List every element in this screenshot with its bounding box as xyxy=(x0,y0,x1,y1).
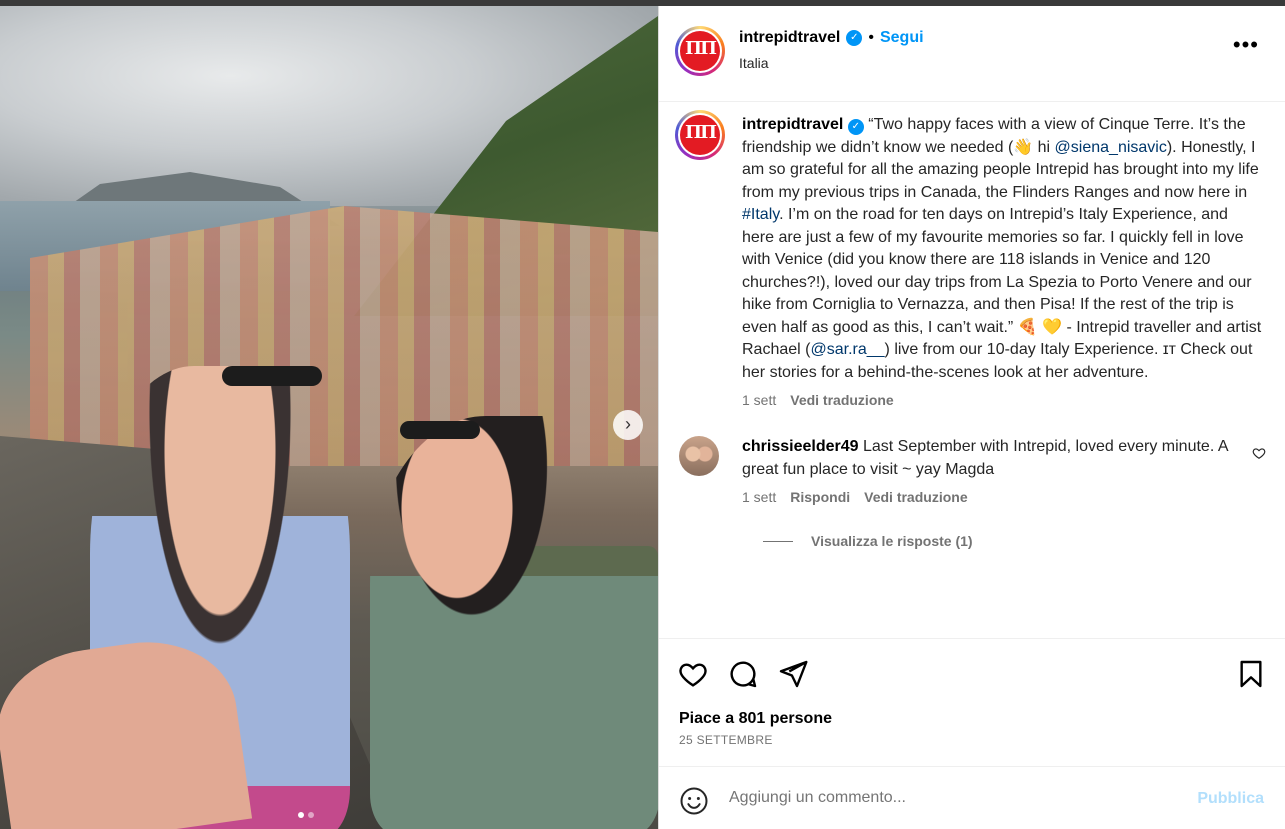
comments-section[interactable]: ΠΠ intrepidtravel ✓ “Two happy faces wit… xyxy=(659,102,1285,639)
emoji-smiley-icon[interactable] xyxy=(679,786,709,816)
comment-meta: 1 sett Rispondi Vedi traduzione xyxy=(742,489,1270,505)
header-username[interactable]: intrepidtravel xyxy=(739,29,840,47)
caption: ΠΠ intrepidtravel ✓ “Two happy faces wit… xyxy=(659,102,1285,408)
view-replies-button[interactable]: Visualizza le risposte (1) xyxy=(763,533,1270,549)
follow-button[interactable]: Segui xyxy=(880,29,924,47)
caption-username[interactable]: intrepidtravel xyxy=(742,116,843,133)
intrepid-logo-icon: ΠΠ xyxy=(680,115,720,155)
save-bookmark-icon[interactable] xyxy=(1235,658,1267,690)
carousel-dot xyxy=(308,812,314,818)
carousel-dots xyxy=(298,812,314,818)
verified-badge-icon: ✓ xyxy=(846,30,863,46)
carousel-next-button[interactable]: › xyxy=(613,410,643,440)
action-bar xyxy=(659,646,1285,696)
mention-link[interactable]: @siena_nisavic xyxy=(1055,139,1167,156)
post-location[interactable]: Italia xyxy=(739,55,769,71)
verified-badge-icon: ✓ xyxy=(847,119,864,135)
reply-link[interactable]: Rispondi xyxy=(790,489,850,505)
mention-link[interactable]: @sar.ra__ xyxy=(810,341,884,358)
caption-meta: 1 sett Vedi traduzione xyxy=(742,392,1270,408)
comment-time: 1 sett xyxy=(742,489,777,505)
caption-text: intrepidtravel ✓ “Two happy faces with a… xyxy=(742,114,1262,384)
comment-text: chrissieelder49 Last September with Intr… xyxy=(742,436,1232,481)
comment-bubble-icon[interactable] xyxy=(727,658,759,690)
comment-avatar[interactable] xyxy=(679,436,719,476)
comment-username[interactable]: chrissieelder49 xyxy=(742,438,859,455)
caption-time: 1 sett xyxy=(742,392,777,408)
post-photo: › xyxy=(0,6,658,829)
separator-bullet: • xyxy=(868,29,874,46)
translate-link[interactable]: Vedi traduzione xyxy=(790,392,893,408)
share-paper-plane-icon[interactable] xyxy=(777,658,809,690)
likes-count[interactable]: Piace a 801 persone xyxy=(679,710,832,728)
post-header: ΠΠ intrepidtravel ✓ • Segui Italia ••• xyxy=(659,6,1285,102)
view-replies-label: Visualizza le risposte (1) xyxy=(811,533,973,549)
post-side-panel: ΠΠ intrepidtravel ✓ • Segui Italia ••• Π… xyxy=(658,6,1285,829)
caption-avatar[interactable]: ΠΠ xyxy=(675,110,725,160)
caption-part: . I’m on the road for ten days on Intrep… xyxy=(742,206,1262,358)
photo-person-right xyxy=(370,416,658,829)
comment-input[interactable] xyxy=(729,789,1149,807)
photo-sunglasses-right xyxy=(400,421,480,439)
comment-composer: Pubblica xyxy=(659,766,1285,829)
avatar[interactable]: ΠΠ xyxy=(675,26,725,76)
comment-item: chrissieelder49 Last September with Intr… xyxy=(659,436,1285,549)
comment-like-heart-icon[interactable] xyxy=(1252,446,1266,460)
replies-divider xyxy=(763,540,793,542)
header-user-row: intrepidtravel ✓ • Segui xyxy=(739,29,924,47)
post-comment-button[interactable]: Pubblica xyxy=(1197,790,1264,808)
more-options-icon[interactable]: ••• xyxy=(1233,32,1259,58)
intrepid-logo-icon: ΠΠ xyxy=(680,31,720,71)
translate-link[interactable]: Vedi traduzione xyxy=(864,489,967,505)
hashtag-link[interactable]: #Italy xyxy=(742,206,779,223)
like-heart-icon[interactable] xyxy=(677,658,709,690)
carousel-dot xyxy=(298,812,304,818)
post-date: 25 SETTEMBRE xyxy=(679,733,773,747)
photo-sunglasses-left xyxy=(222,366,322,386)
